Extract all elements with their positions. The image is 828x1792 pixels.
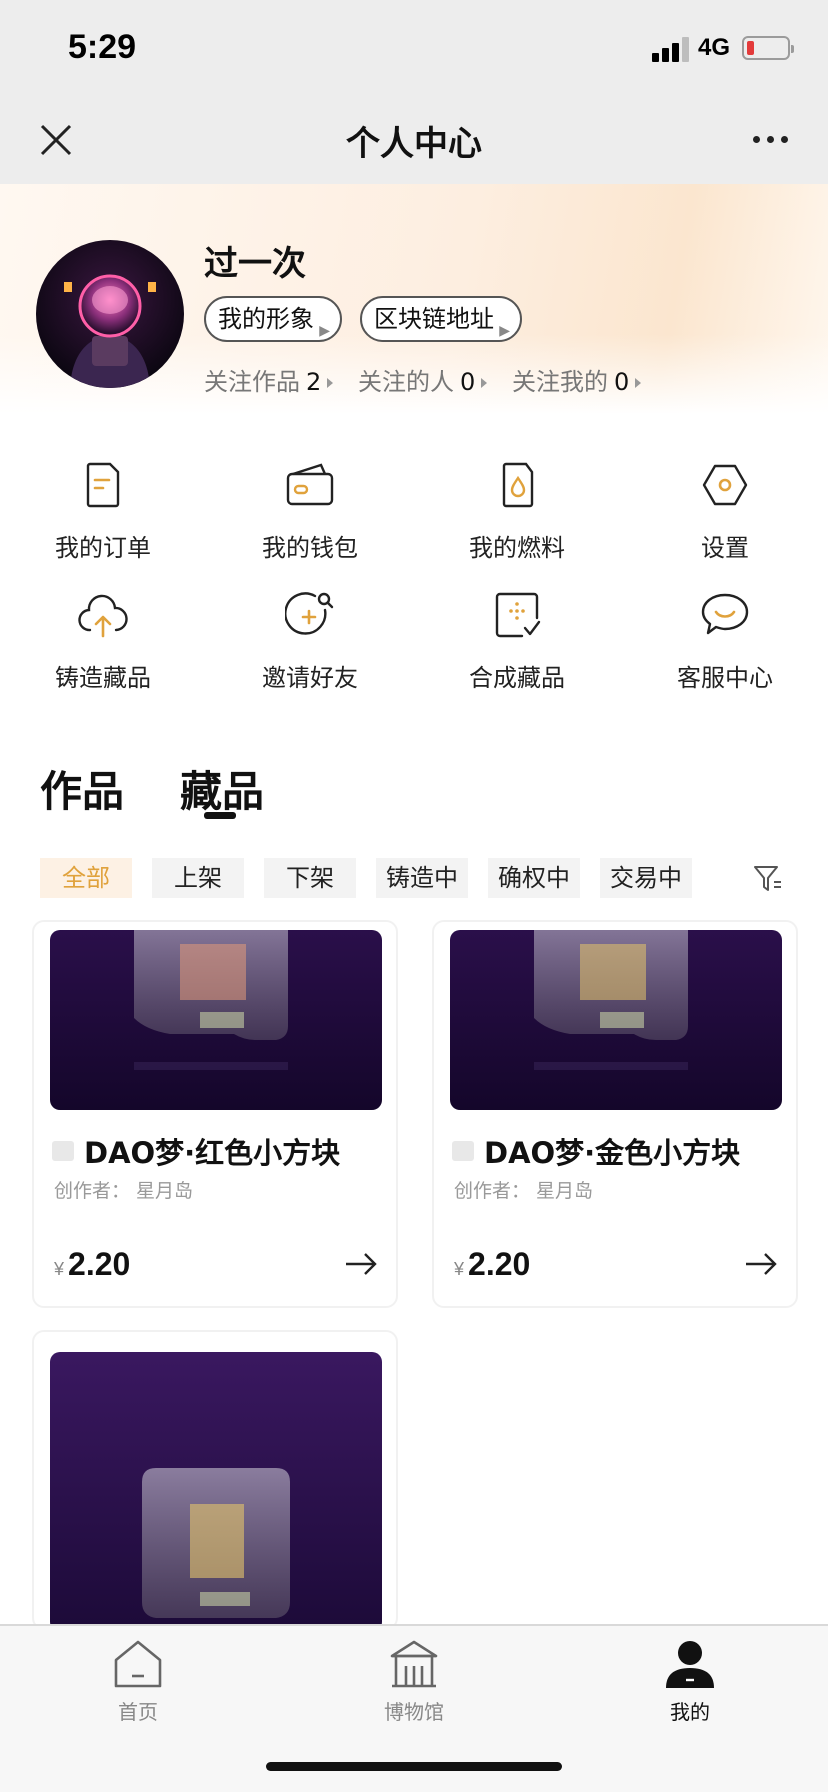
- menu-mint-collection[interactable]: 铸造藏品: [28, 590, 178, 700]
- currency-symbol: ¥: [54, 1259, 65, 1279]
- follow-count: 2: [306, 368, 322, 396]
- follow-works[interactable]: 关注作品 2: [204, 362, 334, 397]
- status-bar: 5:29 4G: [0, 0, 828, 96]
- tabbar-museum[interactable]: 博物馆: [334, 1638, 494, 1725]
- card-price: ¥2.20: [454, 1246, 530, 1283]
- currency-symbol: ¥: [454, 1259, 465, 1279]
- filter-trading[interactable]: 交易中: [600, 858, 692, 898]
- menu-label: 设置: [701, 534, 749, 562]
- signal-icon: [652, 36, 690, 62]
- tabbar-label: 我的: [670, 1700, 710, 1724]
- tag-icon: [52, 1141, 74, 1161]
- compose-icon: [495, 592, 541, 638]
- follow-count: 0: [614, 368, 630, 396]
- menu-label: 铸造藏品: [55, 664, 151, 692]
- filter-confirming[interactable]: 确权中: [488, 858, 580, 898]
- filter-icon[interactable]: [752, 862, 784, 894]
- chevron-right-icon: ▶: [319, 323, 330, 339]
- page-title: 个人中心: [346, 124, 482, 164]
- menu-label: 我的钱包: [262, 534, 358, 562]
- menu-my-wallet[interactable]: 我的钱包: [235, 460, 385, 570]
- collection-card[interactable]: DAO梦·金色小方块 创作者： 星月岛 ¥2.20: [432, 920, 798, 1308]
- follow-label: 关注的人: [358, 368, 454, 396]
- collection-card[interactable]: [32, 1330, 398, 1630]
- card-title-text: DAO梦·金色小方块: [484, 1136, 741, 1170]
- menu-settings[interactable]: 设置: [650, 460, 800, 570]
- tabbar-label: 博物馆: [384, 1700, 444, 1724]
- fuel-icon: [502, 462, 534, 508]
- filter-all[interactable]: 全部: [40, 858, 132, 898]
- card-title: DAO梦·金色小方块: [452, 1130, 740, 1172]
- menu-label: 我的订单: [55, 534, 151, 562]
- price-value: 2.20: [468, 1246, 531, 1282]
- menu-my-fuel[interactable]: 我的燃料: [442, 460, 592, 570]
- profile-header: 过一次 我的形象 ▶ 区块链地址 ▶ 关注作品 2 关注的人 0 关注我的 0: [0, 184, 828, 414]
- chevron-right-icon: ▶: [499, 323, 510, 339]
- card-title: DAO梦·红色小方块: [52, 1130, 340, 1172]
- service-icon: [701, 593, 749, 635]
- tab-works[interactable]: 作品: [40, 758, 124, 819]
- menu-customer-service[interactable]: 客服中心: [650, 590, 800, 700]
- my-avatar-chip[interactable]: 我的形象 ▶: [204, 296, 342, 342]
- collection-card[interactable]: DAO梦·红色小方块 创作者： 星月岛 ¥2.20: [32, 920, 398, 1308]
- collection-image: [50, 930, 382, 1110]
- filter-unlisted[interactable]: 下架: [264, 858, 356, 898]
- more-icon[interactable]: [750, 132, 790, 148]
- menu-invite-friends[interactable]: 邀请好友: [235, 590, 385, 700]
- tabbar-home[interactable]: 首页: [58, 1638, 218, 1725]
- follow-people[interactable]: 关注的人 0: [358, 362, 488, 397]
- menu-label: 我的燃料: [469, 534, 565, 562]
- network-label: 4G: [698, 34, 731, 61]
- wallet-icon: [286, 463, 334, 506]
- home-indicator: [266, 1762, 562, 1771]
- invite-icon: [285, 592, 334, 635]
- status-time: 5:29: [68, 28, 137, 66]
- tab-collections[interactable]: 藏品: [180, 758, 264, 819]
- active-tab-indicator: [204, 812, 236, 819]
- card-price: ¥2.20: [54, 1246, 130, 1283]
- followers[interactable]: 关注我的 0: [512, 362, 642, 397]
- triangle-right-icon: [481, 378, 488, 388]
- username: 过一次: [204, 244, 306, 284]
- home-icon: [114, 1640, 162, 1688]
- blockchain-address-chip[interactable]: 区块链地址 ▶: [360, 296, 522, 342]
- arrow-right-icon[interactable]: [744, 1252, 778, 1276]
- tabbar-label: 首页: [118, 1700, 158, 1724]
- collection-image: [50, 1352, 382, 1628]
- menu-my-orders[interactable]: 我的订单: [28, 460, 178, 570]
- menu-compose-collection[interactable]: 合成藏品: [442, 590, 592, 700]
- battery-icon: [742, 36, 794, 60]
- menu-label: 客服中心: [677, 664, 773, 692]
- filter-minting[interactable]: 铸造中: [376, 858, 468, 898]
- chip-label: 我的形象: [218, 305, 314, 333]
- chip-label: 区块链地址: [374, 305, 494, 333]
- profile-icon: [666, 1641, 714, 1688]
- avatar[interactable]: [36, 240, 184, 388]
- museum-icon: [390, 1640, 438, 1688]
- price-value: 2.20: [68, 1246, 131, 1282]
- follow-label: 关注作品: [204, 368, 300, 396]
- collection-image: [450, 930, 782, 1110]
- filter-listed[interactable]: 上架: [152, 858, 244, 898]
- card-creator: 创作者： 星月岛: [454, 1180, 594, 1202]
- settings-icon: [702, 464, 748, 506]
- arrow-right-icon[interactable]: [344, 1252, 378, 1276]
- mint-icon: [78, 594, 128, 638]
- card-title-text: DAO梦·红色小方块: [84, 1136, 341, 1170]
- tag-icon: [452, 1141, 474, 1161]
- card-creator: 创作者： 星月岛: [54, 1180, 194, 1202]
- nav-bar: 个人中心: [0, 96, 828, 184]
- menu-label: 合成藏品: [469, 664, 565, 692]
- follow-count: 0: [460, 368, 476, 396]
- follow-label: 关注我的: [512, 368, 608, 396]
- triangle-right-icon: [635, 378, 642, 388]
- order-icon: [86, 462, 120, 508]
- tabbar-profile[interactable]: 我的: [610, 1638, 770, 1725]
- triangle-right-icon: [327, 378, 334, 388]
- menu-label: 邀请好友: [262, 664, 358, 692]
